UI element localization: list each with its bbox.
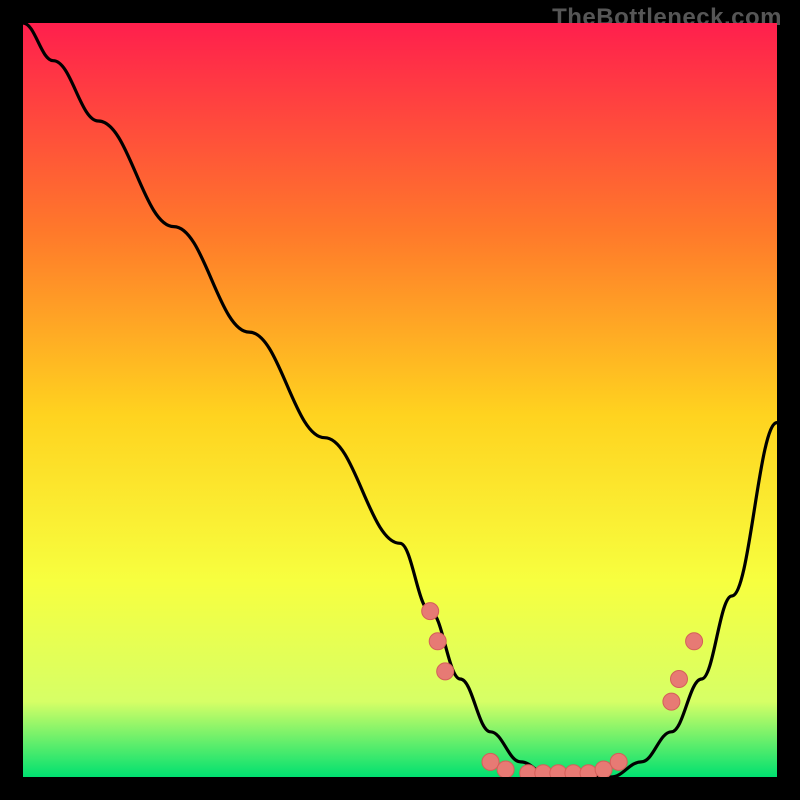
data-dot bbox=[565, 765, 582, 777]
gradient-background bbox=[23, 23, 777, 777]
data-dot bbox=[550, 765, 567, 777]
plot-svg bbox=[23, 23, 777, 777]
data-dot bbox=[580, 765, 597, 777]
data-dot bbox=[497, 761, 514, 777]
data-dot bbox=[663, 693, 680, 710]
chart-frame: TheBottleneck.com bbox=[0, 0, 800, 800]
data-dot bbox=[429, 633, 446, 650]
data-dot bbox=[595, 761, 612, 777]
data-dot bbox=[520, 765, 537, 777]
data-dot bbox=[610, 753, 627, 770]
data-dot bbox=[686, 633, 703, 650]
data-dot bbox=[671, 671, 688, 688]
data-dot bbox=[422, 603, 439, 620]
data-dot bbox=[535, 765, 552, 777]
data-dot bbox=[437, 663, 454, 680]
bottleneck-plot bbox=[23, 23, 777, 777]
data-dot bbox=[482, 753, 499, 770]
